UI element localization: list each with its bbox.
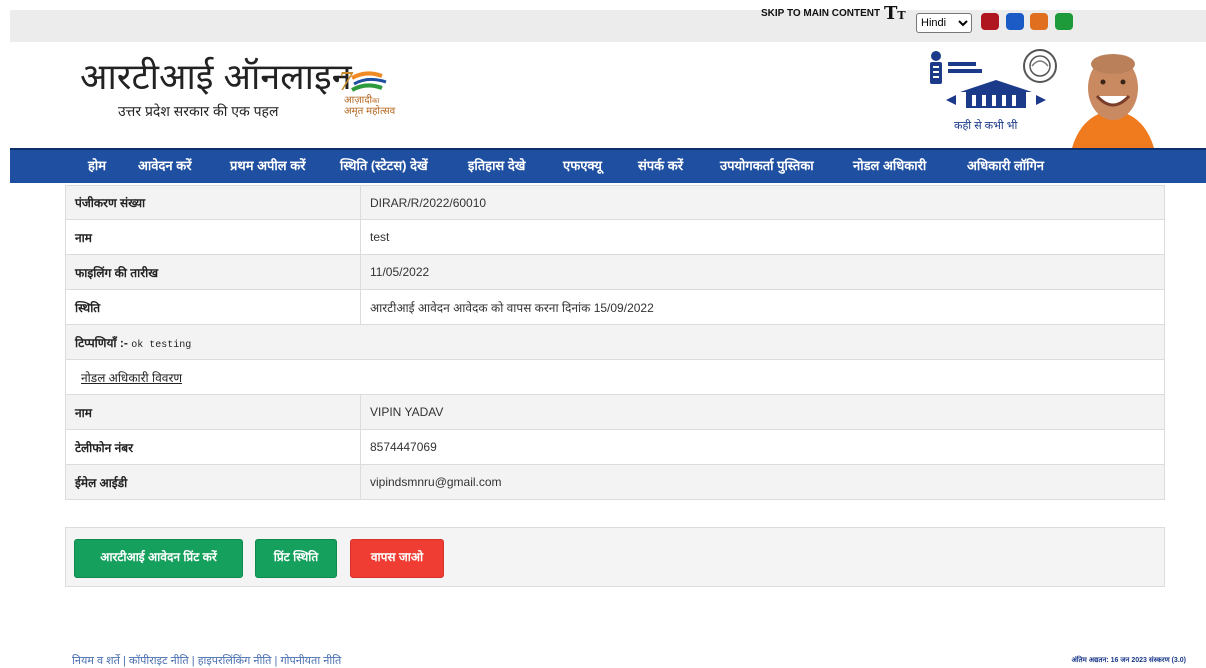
- status-value: आरटीआई आवेदन आवेदक को वापस करना दिनांक 1…: [360, 289, 1165, 325]
- table-row: टिप्पणियाँ :- ok testing: [65, 324, 1165, 360]
- language-select[interactable]: Hindi: [916, 13, 972, 33]
- nav-view-status[interactable]: स्थिति (स्टेटस) देखें: [340, 150, 428, 183]
- nodal-name-label: नाम: [65, 394, 361, 430]
- nav-user-manual[interactable]: उपयोगकर्ता पुस्तिका: [720, 150, 814, 183]
- status-label: स्थिति: [65, 289, 361, 325]
- nav-home[interactable]: होम: [88, 150, 106, 183]
- print-application-button[interactable]: आरटीआई आवेदन प्रिंट करें: [74, 539, 243, 578]
- site-subtitle: उत्तर प्रदेश सरकार की एक पहल: [118, 103, 279, 119]
- skip-to-main-content-link[interactable]: SKIP TO MAIN CONTENT: [761, 0, 880, 28]
- hyperlinking-policy-link[interactable]: हाइपरलिंकिंग नीति: [198, 655, 272, 667]
- theme-blue-swatch[interactable]: [1006, 13, 1024, 30]
- copyright-policy-link[interactable]: कॉपीराइट नीति: [129, 655, 189, 667]
- chief-minister-photo: [1072, 54, 1154, 148]
- remarks-label: टिप्पणियाँ :-: [75, 335, 128, 350]
- nodal-name-value: VIPIN YADAV: [360, 394, 1165, 430]
- nav-officer-login[interactable]: अधिकारी लॉगिन: [967, 150, 1044, 183]
- nodal-section-cell: नोडल अधिकारी विवरण: [65, 359, 1165, 395]
- go-back-button[interactable]: वापस जाओ: [350, 539, 444, 578]
- email-value: vipindsmnru@gmail.com: [360, 464, 1165, 500]
- footer-separator: |: [188, 655, 198, 667]
- table-row: पंजीकरण संख्या DIRAR/R/2022/60010: [65, 185, 1165, 220]
- table-row: नाम test: [65, 219, 1165, 255]
- table-row: फाइलिंग की तारीख 11/05/2022: [65, 254, 1165, 290]
- registration-number-value: DIRAR/R/2022/60010: [360, 185, 1165, 220]
- azadi-text: आज़ादीका अमृत महोत्सव: [344, 95, 396, 117]
- main-navbar: होम आवेदन करें प्रथम अपील करें स्थिति (स…: [10, 148, 1206, 183]
- footer-separator: |: [119, 655, 129, 667]
- table-row: स्थिति आरटीआई आवेदन आवेदक को वापस करना द…: [65, 289, 1165, 325]
- filing-date-label: फाइलिंग की तारीख: [65, 254, 361, 290]
- nav-faq[interactable]: एफएक्यू: [563, 150, 602, 183]
- theme-red-swatch[interactable]: [981, 13, 999, 30]
- remarks-cell: टिप्पणियाँ :- ok testing: [65, 324, 1165, 360]
- theme-green-swatch[interactable]: [1055, 13, 1073, 30]
- table-row: टेलीफोन नंबर 8574447069: [65, 429, 1165, 465]
- rti-tagline: कही से कभी भी: [954, 120, 1018, 132]
- filing-date-value: 11/05/2022: [360, 254, 1165, 290]
- top-utility-bar: [10, 10, 1206, 42]
- table-row: नाम VIPIN YADAV: [65, 394, 1165, 430]
- phone-number-label: टेलीफोन नंबर: [65, 429, 361, 465]
- nav-view-history[interactable]: इतिहास देखे: [468, 150, 525, 183]
- phone-number-value: 8574447069: [360, 429, 1165, 465]
- footer-links: नियम व शर्ते | कॉपीराइट नीति | हाइपरलिंक…: [72, 653, 341, 668]
- email-label: ईमेल आईडी: [65, 464, 361, 500]
- registration-number-label: पंजीकरण संख्या: [65, 185, 361, 220]
- nav-apply[interactable]: आवेदन करें: [138, 150, 192, 183]
- remarks-value: ok testing: [131, 339, 192, 351]
- action-buttons-panel: आरटीआई आवेदन प्रिंट करें प्रिंट स्थिति व…: [65, 527, 1165, 587]
- nodal-officer-details-heading: नोडल अधिकारी विवरण: [81, 370, 183, 385]
- nav-contact[interactable]: संपर्क करें: [638, 150, 683, 183]
- applicant-name-value: test: [360, 219, 1165, 255]
- privacy-policy-link[interactable]: गोपनीयता नीति: [280, 655, 341, 667]
- last-updated-text: अंतिम अद्यतन: 16 जन 2023 संस्करण (3.0): [1071, 657, 1186, 664]
- table-row: ईमेल आईडी vipindsmnru@gmail.com: [65, 464, 1165, 500]
- applicant-name-label: नाम: [65, 219, 361, 255]
- text-size-icon[interactable]: TT: [884, 3, 906, 27]
- svg-text:7: 7: [338, 68, 354, 96]
- nav-nodal-officer[interactable]: नोडल अधिकारी: [853, 150, 926, 183]
- terms-link[interactable]: नियम व शर्ते: [72, 655, 120, 667]
- application-details-table: पंजीकरण संख्या DIRAR/R/2022/60010 नाम te…: [65, 185, 1165, 500]
- nav-first-appeal[interactable]: प्रथम अपील करें: [230, 150, 306, 183]
- table-row: नोडल अधिकारी विवरण: [65, 359, 1165, 395]
- site-title[interactable]: आरटीआई ऑनलाइन: [80, 57, 352, 97]
- print-status-button[interactable]: प्रिंट स्थिति: [255, 539, 337, 578]
- theme-orange-swatch[interactable]: [1030, 13, 1048, 30]
